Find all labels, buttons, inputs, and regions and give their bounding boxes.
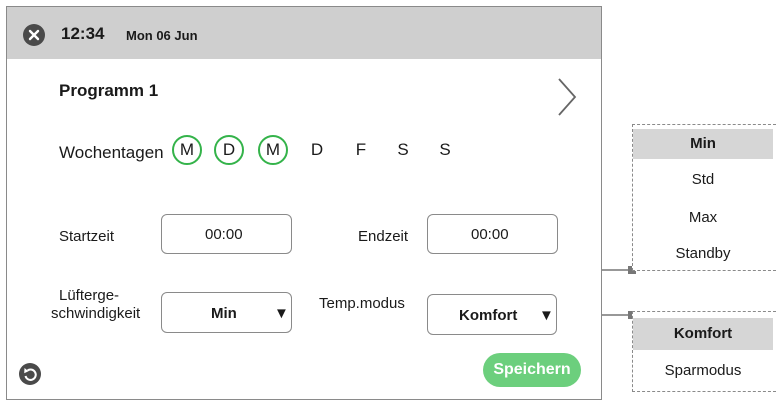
- fan-speed-label-line2: schwindigkeit: [51, 305, 141, 322]
- temp-mode-select[interactable]: Komfort ▼: [427, 294, 557, 335]
- program-title: Programm 1: [59, 81, 159, 100]
- clock-time: 12:34: [61, 24, 105, 43]
- weekday-fri[interactable]: F: [346, 135, 376, 165]
- start-time-label: Startzeit: [59, 228, 115, 245]
- fan-speed-value: Min: [211, 305, 237, 322]
- end-time-field[interactable]: 00:00: [427, 214, 558, 254]
- fan-option-min[interactable]: Min: [633, 129, 773, 159]
- fan-option-standby[interactable]: Standby: [633, 239, 773, 269]
- weekday-sun[interactable]: S: [430, 135, 460, 165]
- top-bar: 12:34 Mon 06 Jun: [7, 7, 601, 59]
- start-time-field[interactable]: 00:00: [161, 214, 292, 254]
- temp-mode-value: Komfort: [459, 307, 518, 324]
- weekday-mon[interactable]: M: [172, 135, 202, 165]
- end-time-label: Endzeit: [358, 228, 409, 245]
- weekday-wed[interactable]: M: [258, 135, 288, 165]
- close-icon[interactable]: [23, 24, 45, 46]
- save-button[interactable]: Speichern: [483, 353, 581, 387]
- end-time-value: 00:00: [471, 226, 509, 243]
- weekdays-label: Wochentagen: [59, 143, 164, 162]
- clock-date: Mon 06 Jun: [126, 28, 198, 43]
- temp-option-sparmodus[interactable]: Sparmodus: [633, 356, 773, 386]
- fan-speed-label-line1: Lüfterge-: [59, 287, 120, 304]
- start-time-value: 00:00: [205, 226, 243, 243]
- chevron-right-icon[interactable]: [553, 75, 581, 119]
- temp-mode-dropdown: Komfort Sparmodus: [632, 311, 776, 392]
- weekday-thu[interactable]: D: [302, 135, 332, 165]
- weekday-tue[interactable]: D: [214, 135, 244, 165]
- fan-option-std[interactable]: Std: [633, 165, 773, 195]
- fan-speed-select[interactable]: Min ▼: [161, 292, 292, 333]
- fan-speed-dropdown: Min Std Max Standby: [632, 124, 776, 271]
- fan-option-max[interactable]: Max: [633, 203, 773, 233]
- weekday-sat[interactable]: S: [388, 135, 418, 165]
- temp-mode-label: Temp.modus: [319, 295, 405, 312]
- caret-down-icon: ▼: [539, 307, 554, 324]
- caret-down-icon: ▼: [274, 305, 289, 322]
- program-editor-panel: 12:34 Mon 06 Jun Programm 1 Wochentagen …: [6, 6, 602, 400]
- temp-option-komfort[interactable]: Komfort: [633, 318, 773, 350]
- back-icon[interactable]: [19, 363, 41, 385]
